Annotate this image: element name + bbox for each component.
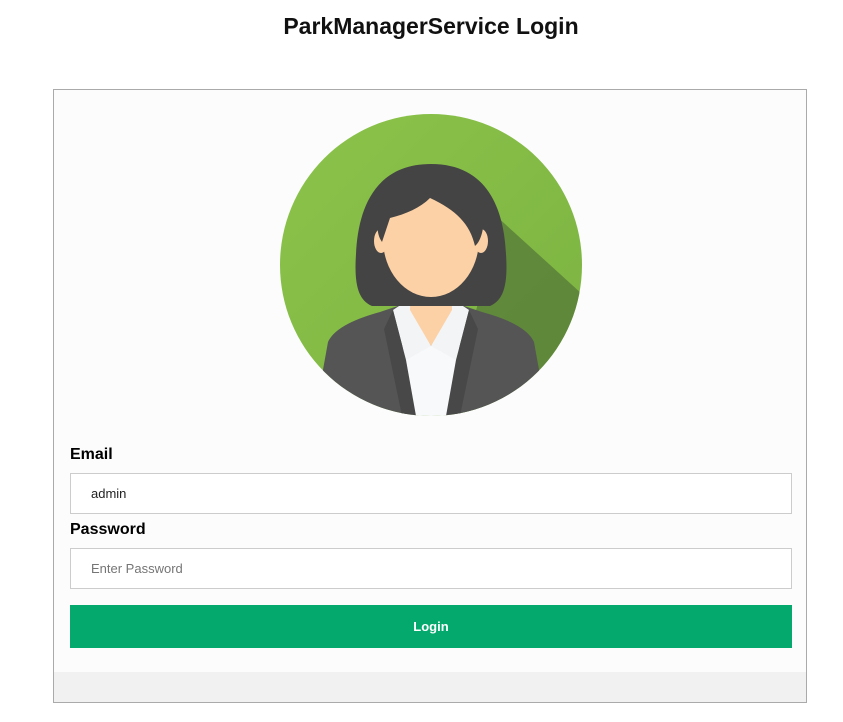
email-label: Email — [70, 446, 113, 463]
avatar — [280, 114, 582, 416]
login-button[interactable]: Login — [70, 605, 792, 648]
email-field[interactable] — [70, 473, 792, 514]
page-title: ParkManagerService Login — [283, 13, 579, 39]
password-field[interactable] — [70, 548, 792, 589]
password-label: Password — [70, 521, 146, 538]
login-form-container: Email Password Login — [53, 89, 807, 703]
form-footer — [54, 672, 806, 702]
user-avatar-icon — [280, 114, 582, 416]
